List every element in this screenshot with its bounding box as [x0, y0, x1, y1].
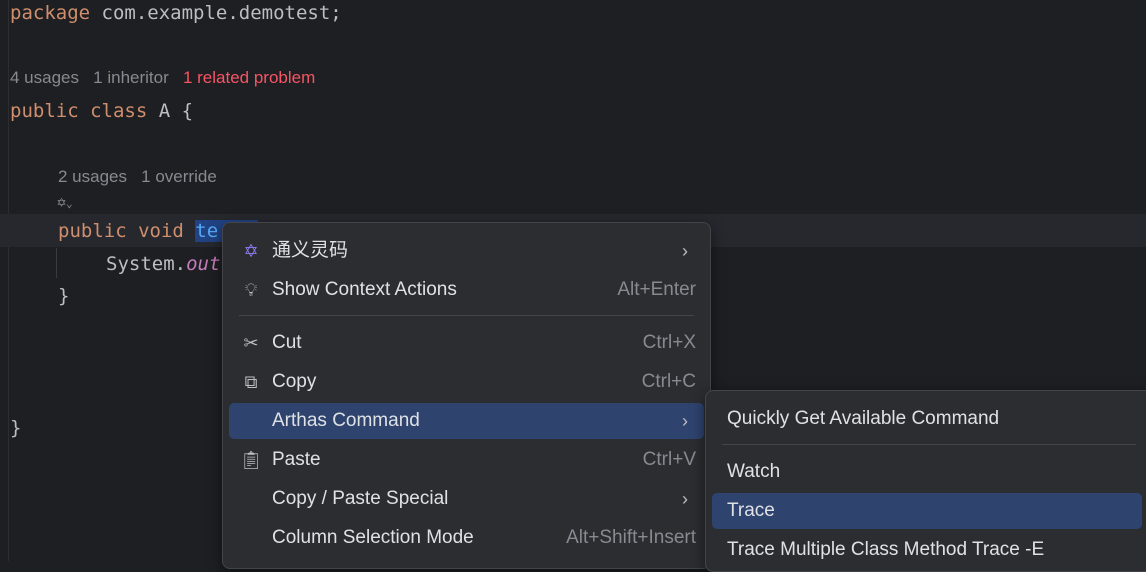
menu-item-label: Trace	[727, 500, 775, 521]
chevron-right-icon: ›	[682, 489, 688, 509]
menu-item-label: Quickly Get Available Command	[727, 408, 1000, 429]
menu-item-copy-paste-special[interactable]: Copy / Paste Special ›	[229, 481, 704, 517]
shortcut: Alt+Shift+Insert	[566, 527, 696, 548]
menu-item-label: Column Selection Mode	[272, 527, 474, 548]
gutter	[0, 0, 9, 561]
menu-item-paste[interactable]: 📋︎ Paste Ctrl+V	[229, 442, 704, 478]
copy-icon: ⧉	[244, 372, 258, 392]
keyword: public class	[10, 100, 148, 122]
menu-item-label: Arthas Command	[272, 410, 420, 431]
class-name: A {	[147, 100, 194, 122]
problem-hint[interactable]: 1 related problem	[183, 68, 315, 87]
menu-item-label: 通义灵码	[272, 240, 349, 261]
shortcut: Ctrl+X	[642, 332, 696, 353]
code-text: System.	[106, 253, 187, 275]
menu-item-cut[interactable]: ✂ Cut Ctrl+X	[229, 325, 704, 361]
scissors-icon: ✂	[243, 333, 259, 353]
submenu-item-watch[interactable]: Watch	[712, 454, 1146, 490]
body-line[interactable]: System.out	[106, 249, 220, 279]
menu-item-label: Watch	[727, 461, 781, 482]
lightbulb-icon: 💡︎	[244, 280, 258, 300]
menu-item-label: Copy / Paste Special	[272, 488, 449, 509]
closing-brace: }	[58, 285, 70, 307]
class-inlay-hints: 4 usages 1 inheritor 1 related problem	[10, 68, 315, 88]
usages-hint[interactable]: 2 usages	[58, 167, 127, 186]
menu-item-label: Paste	[272, 449, 321, 470]
package-line[interactable]: package com.example.demotest;	[10, 0, 342, 28]
override-hint[interactable]: 1 override	[141, 167, 217, 186]
menu-item-label: Show Context Actions	[272, 279, 457, 300]
chevron-right-icon: ›	[682, 411, 688, 431]
shortcut: Alt+Enter	[617, 279, 696, 300]
method-inlay-hints: 2 usages 1 override	[58, 167, 217, 187]
menu-item-copy[interactable]: ⧉ Copy Ctrl+C	[229, 364, 704, 400]
menu-item-label: Copy	[272, 371, 317, 392]
submenu-item-trace[interactable]: Trace	[712, 493, 1142, 529]
tongyi-lingma-icon: ✡	[243, 241, 259, 261]
keyword: public void	[58, 220, 184, 242]
shortcut: Ctrl+C	[641, 371, 696, 392]
tongyi-lingma-gutter-icon[interactable]: ✡⌄	[57, 193, 73, 211]
closing-brace: }	[10, 417, 22, 439]
menu-item-column-selection-mode[interactable]: Column Selection Mode Alt+Shift+Insert	[229, 520, 704, 556]
clipboard-icon: 📋︎	[239, 450, 263, 470]
class-line[interactable]: public class A {	[10, 96, 193, 126]
package-name: com.example.demotest;	[90, 2, 342, 24]
context-menu: ✡ 通义灵码 › 💡︎ Show Context Actions Alt+Enter ✂…	[222, 222, 711, 569]
menu-item-label: Trace Multiple Class Method Trace -E	[727, 539, 1045, 560]
menu-item-arthas-command[interactable]: Arthas Command ›	[229, 403, 704, 439]
shortcut: Ctrl+V	[642, 449, 696, 470]
usages-hint[interactable]: 4 usages	[10, 68, 79, 87]
arthas-submenu: Quickly Get Available Command Watch Trac…	[705, 390, 1146, 572]
chevron-right-icon: ›	[682, 241, 688, 261]
menu-item-tongyi-lingma[interactable]: ✡ 通义灵码 ›	[229, 233, 704, 269]
menu-item-label: Cut	[272, 332, 302, 353]
field-name: out	[186, 253, 221, 275]
separator	[239, 315, 694, 316]
inheritor-hint[interactable]: 1 inheritor	[93, 68, 169, 87]
keyword: package	[10, 2, 91, 24]
submenu-item-trace-multiple[interactable]: Trace Multiple Class Method Trace -E	[712, 532, 1146, 568]
indent-guide	[56, 248, 57, 278]
menu-item-show-context-actions[interactable]: 💡︎ Show Context Actions Alt+Enter	[229, 272, 704, 308]
submenu-item-quick-command[interactable]: Quickly Get Available Command	[712, 401, 1146, 437]
separator	[722, 444, 1136, 445]
